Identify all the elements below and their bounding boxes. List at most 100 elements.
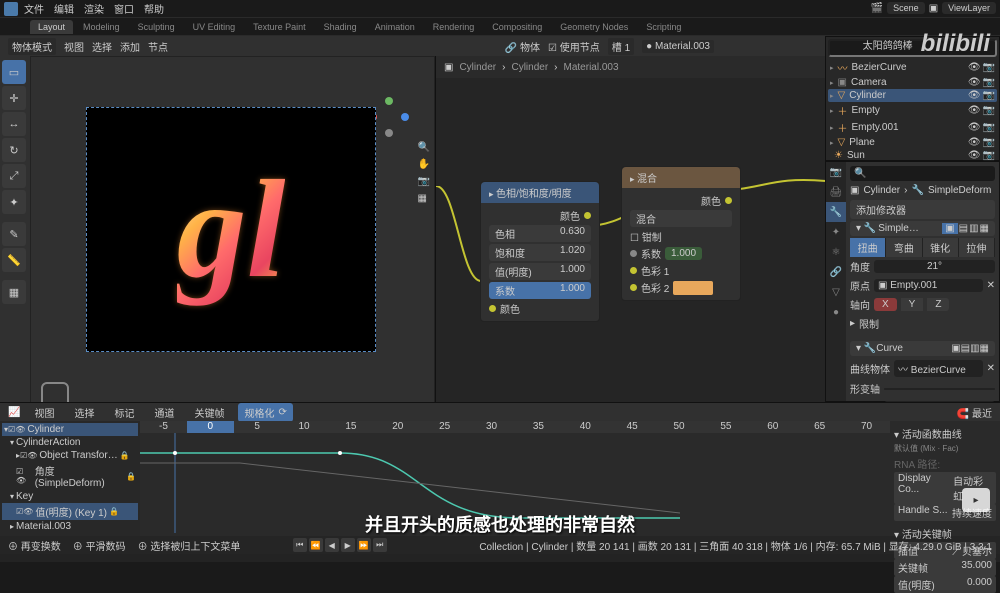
axis-y-button[interactable]: Y [901, 298, 924, 311]
clear-icon[interactable]: ✕ [987, 363, 995, 374]
ptab-constraint[interactable]: 🔗 [826, 262, 846, 282]
ptab-output[interactable]: 🖨 [826, 182, 846, 202]
tl-normalize[interactable]: 规格化 ⟳ [238, 403, 292, 422]
outliner-item-selected[interactable]: ▸▽Cylinder👁📷 [828, 89, 997, 102]
outliner-item[interactable]: ▸＋Empty👁📷 [828, 102, 997, 119]
channel-item[interactable]: ▸ Material.003 [2, 520, 138, 533]
axis-x-button[interactable]: X [874, 298, 897, 311]
ptab-data[interactable]: ▽ [826, 282, 846, 302]
vis-icon[interactable]: 👁 [968, 90, 981, 101]
socket-icon[interactable] [630, 284, 637, 291]
angle-field[interactable]: 21° [874, 260, 995, 273]
node-mix[interactable]: ▸ 混合 颜色 混合 ☐ 钳制 系数1.000 色彩 1 色彩 2 [621, 166, 741, 301]
channel-item[interactable]: ▾ CylinderAction [2, 436, 138, 449]
tab-rendering[interactable]: Rendering [425, 20, 483, 34]
channel-item[interactable]: ▾ Key [2, 490, 138, 503]
cam-icon[interactable]: 📷 [983, 122, 995, 133]
axis-z-icon[interactable] [401, 113, 409, 121]
tl-view[interactable]: 视图 [28, 403, 60, 422]
node-hsv[interactable]: ▸ 色相/饱和度/明度 颜色 色相0.630 饱和度1.020 值(明度)1.0… [480, 181, 600, 322]
cam-icon[interactable]: 📷 [983, 77, 995, 88]
tl-keyframe[interactable]: 关键帧 [188, 403, 230, 422]
scale-tool[interactable]: ⤢ [2, 164, 26, 188]
axis-z-button[interactable]: Z [927, 298, 949, 311]
node-mix-mode[interactable]: 混合 [630, 210, 732, 227]
play-rev-icon[interactable]: ◀ [325, 538, 339, 552]
vis-icon[interactable]: 👁 [968, 77, 981, 88]
measure-tool[interactable]: 📏 [2, 248, 26, 272]
tab-modeling[interactable]: Modeling [75, 20, 128, 34]
outliner-item[interactable]: ▸▽Plane👁📷 [828, 136, 997, 149]
ptab-physics[interactable]: ⚛ [826, 242, 846, 262]
mode-taper[interactable]: 锥化 [923, 238, 959, 257]
channel-item[interactable]: ▾☑👁 Cylinder [2, 423, 138, 436]
use-nodes-check[interactable]: ☑ 使用节点 [548, 39, 600, 54]
tl-marker[interactable]: 标记 [108, 403, 140, 422]
footer-context[interactable]: ⊕ 选择被归上下文菜单 [138, 538, 241, 553]
vis-icon[interactable]: 👁 [968, 150, 981, 161]
crumb-1[interactable]: Cylinder [459, 62, 496, 73]
node-fac-field[interactable]: 系数1.000 [489, 282, 591, 299]
menu-render[interactable]: 渲染 [84, 1, 104, 16]
channel-item[interactable]: ☑👁 角度 (SimpleDeform) 🔒 [2, 462, 138, 490]
perspective-icon[interactable]: ▦ [418, 193, 430, 204]
node-sat-field[interactable]: 饱和度1.020 [489, 244, 591, 261]
jump-end-icon[interactable]: ⏭ [373, 538, 387, 552]
socket-icon[interactable] [630, 267, 637, 274]
value-field[interactable]: 值(明度)0.000 [894, 576, 996, 593]
mode-twist[interactable]: 扭曲 [850, 238, 886, 257]
tab-compositing[interactable]: Compositing [484, 20, 550, 34]
tl-nearest[interactable]: 🧲 最近 [957, 405, 992, 420]
mode-select[interactable]: 物体模式 [8, 38, 56, 55]
menu-edit[interactable]: 编辑 [54, 1, 74, 16]
socket-icon[interactable] [630, 250, 637, 257]
footer-smooth[interactable]: ⊕ 平滑数码 [73, 538, 126, 553]
play-icon[interactable]: ▶ [341, 538, 355, 552]
tab-texture[interactable]: Texture Paint [245, 20, 314, 34]
editor-type-icon[interactable]: 📈 [8, 407, 20, 418]
material-select[interactable]: ● Material.003 [642, 40, 714, 53]
3d-viewport[interactable]: 🔍 ✋ 📷 ▦ gl [30, 56, 435, 421]
viewlayer-field[interactable]: ViewLayer [942, 2, 996, 14]
clamp-check[interactable]: ☐ 钳制 [630, 229, 662, 244]
cam-icon[interactable]: 📷 [983, 150, 995, 161]
node-hsv-header[interactable]: ▸ 色相/饱和度/明度 [481, 182, 599, 203]
deform-axis-field[interactable] [884, 388, 995, 390]
tab-animation[interactable]: Animation [367, 20, 423, 34]
tab-geonodes[interactable]: Geometry Nodes [552, 20, 636, 34]
cam-icon[interactable]: 📷 [983, 105, 995, 116]
tab-layout[interactable]: Layout [30, 20, 73, 34]
pan-icon[interactable]: ✋ [418, 159, 430, 170]
scene-field[interactable]: Scene [887, 2, 925, 14]
modifier-header[interactable]: ▾ 🔧Simple… ▣▤▥▦ [850, 221, 995, 236]
menu-help[interactable]: 帮助 [144, 1, 164, 16]
annotate-tool[interactable]: ✎ [2, 222, 26, 246]
vis-icon[interactable]: 👁 [968, 105, 981, 116]
tab-uv[interactable]: UV Editing [185, 20, 244, 34]
vis-icon[interactable]: 👁 [968, 137, 981, 148]
socket-icon[interactable] [725, 197, 732, 204]
next-key-icon[interactable]: ⏩ [357, 538, 371, 552]
add-modifier-button[interactable]: 添加修改器 [850, 200, 995, 219]
mode-stretch[interactable]: 拉伸 [959, 238, 995, 257]
crumb-2[interactable]: Cylinder [511, 62, 548, 73]
add-tool[interactable]: ▦ [2, 280, 26, 304]
menu-window[interactable]: 窗口 [114, 1, 134, 16]
channel-item[interactable]: ☑👁 值(明度) (Key 1) 🔒 [2, 503, 138, 520]
tab-shading[interactable]: Shading [316, 20, 365, 34]
socket-icon[interactable] [489, 305, 496, 312]
curve-modifier-header[interactable]: ▾ 🔧 Curve▣▤▥▦ [850, 341, 995, 356]
node-mix-fac[interactable]: 1.000 [665, 247, 702, 260]
hdr-add[interactable]: 添加 [120, 39, 140, 54]
cam-icon[interactable]: 📷 [983, 137, 995, 148]
menu-file[interactable]: 文件 [24, 1, 44, 16]
channel-item[interactable]: ▸☑👁 Object Transfor… 🔒 [2, 449, 138, 462]
tl-channel[interactable]: 通道 [148, 403, 180, 422]
ptab-material[interactable]: ● [826, 302, 846, 322]
slot-select[interactable]: 槽 1 [608, 38, 634, 55]
tl-select[interactable]: 选择 [68, 403, 100, 422]
hdr-view[interactable]: 视图 [64, 39, 84, 54]
camera-icon[interactable]: 📷 [418, 176, 430, 187]
hdr-object[interactable]: 🔗 物体 [505, 39, 540, 54]
move-tool[interactable]: ↔ [2, 112, 26, 136]
